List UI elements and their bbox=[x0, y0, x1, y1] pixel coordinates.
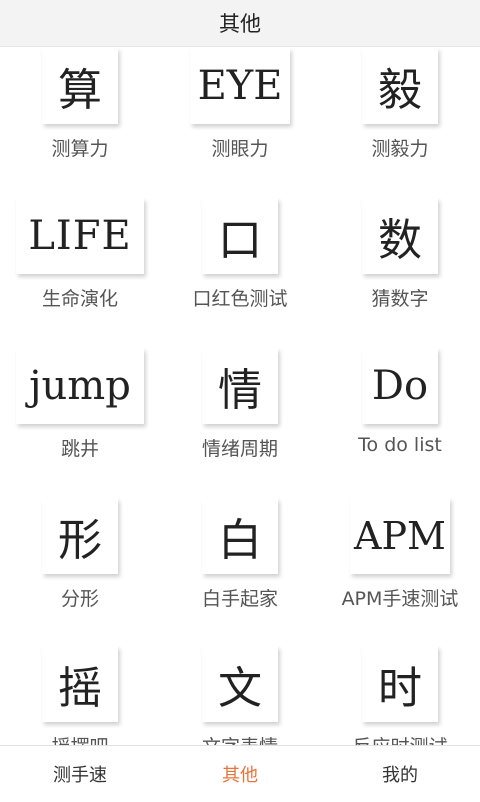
page-title: 其他 bbox=[219, 12, 261, 36]
tile-guess-number[interactable]: 数 猜数字 bbox=[320, 198, 480, 311]
todo-glyph-icon: Do bbox=[362, 348, 438, 424]
white-glyph-icon: 白 bbox=[202, 498, 278, 574]
tile-life-evolution[interactable]: LIFE 生命演化 bbox=[0, 198, 160, 311]
tile-willpower[interactable]: 毅 测毅力 bbox=[320, 48, 480, 161]
text-glyph-icon: 文 bbox=[202, 646, 278, 722]
tile-label: 反应时测试 bbox=[352, 732, 447, 745]
calc-glyph-icon: 算 bbox=[42, 48, 118, 124]
tile-label: 分形 bbox=[60, 588, 99, 610]
tile-label: 文字表情 bbox=[202, 732, 278, 745]
fractal-glyph-icon: 形 bbox=[42, 498, 118, 574]
bottom-nav: 测手速 其他 我的 bbox=[0, 745, 480, 802]
tile-apm-test[interactable]: APM APM手速测试 bbox=[320, 498, 480, 611]
tile-text-emoji[interactable]: 文 文字表情 bbox=[160, 646, 320, 745]
tile-label: 生命演化 bbox=[41, 288, 118, 310]
tile-label: 测算力 bbox=[51, 138, 109, 160]
apm-glyph-icon: APM bbox=[350, 498, 450, 574]
life-glyph-icon: LIFE bbox=[16, 198, 144, 274]
mood-glyph-icon: 情 bbox=[202, 348, 278, 424]
swing-glyph-icon: 摇 bbox=[42, 646, 118, 722]
jump-glyph-icon: jump bbox=[16, 348, 144, 424]
tab-other[interactable]: 其他 bbox=[160, 746, 320, 802]
tile-label: 口红色测试 bbox=[192, 288, 288, 310]
tile-todo-list[interactable]: Do To do list bbox=[320, 348, 480, 456]
tile-mood-cycle[interactable]: 情 情绪周期 bbox=[160, 348, 320, 461]
time-glyph-icon: 时 bbox=[362, 646, 438, 722]
tab-mine[interactable]: 我的 bbox=[320, 746, 480, 802]
eye-glyph-icon: EYE bbox=[190, 48, 290, 124]
number-glyph-icon: 数 bbox=[362, 198, 438, 274]
tile-calc-power[interactable]: 算 测算力 bbox=[0, 48, 160, 161]
tile-label: 猜数字 bbox=[371, 288, 429, 310]
tile-label: 摇摆吧 bbox=[51, 732, 108, 745]
tile-label: 测毅力 bbox=[371, 138, 429, 160]
tile-eyesight[interactable]: EYE 测眼力 bbox=[160, 48, 320, 161]
tab-hand-speed[interactable]: 测手速 bbox=[0, 746, 160, 802]
tile-reaction-time[interactable]: 时 反应时测试 bbox=[320, 646, 480, 745]
tile-fractal[interactable]: 形 分形 bbox=[0, 498, 160, 611]
tile-label: 情绪周期 bbox=[201, 438, 278, 460]
tile-label: 白手起家 bbox=[201, 588, 278, 610]
willpower-glyph-icon: 毅 bbox=[362, 48, 438, 124]
tile-swing[interactable]: 摇 摇摆吧 bbox=[0, 646, 160, 745]
tile-jump-well[interactable]: jump 跳井 bbox=[0, 348, 160, 461]
tile-label: To do list bbox=[358, 434, 442, 456]
mouth-glyph-icon: 口 bbox=[202, 198, 278, 274]
tile-grid: 算 测算力 EYE 测眼力 毅 测毅力 LIFE 生命演化 口 口红色测试 数 … bbox=[0, 0, 480, 745]
tile-lipstick-test[interactable]: 口 口红色测试 bbox=[160, 198, 320, 311]
tile-label: APM手速测试 bbox=[341, 588, 459, 610]
top-bar: 其他 bbox=[0, 0, 480, 47]
tile-label: 跳井 bbox=[60, 438, 99, 460]
tile-label: 测眼力 bbox=[211, 138, 269, 160]
tile-self-made[interactable]: 白 白手起家 bbox=[160, 498, 320, 611]
